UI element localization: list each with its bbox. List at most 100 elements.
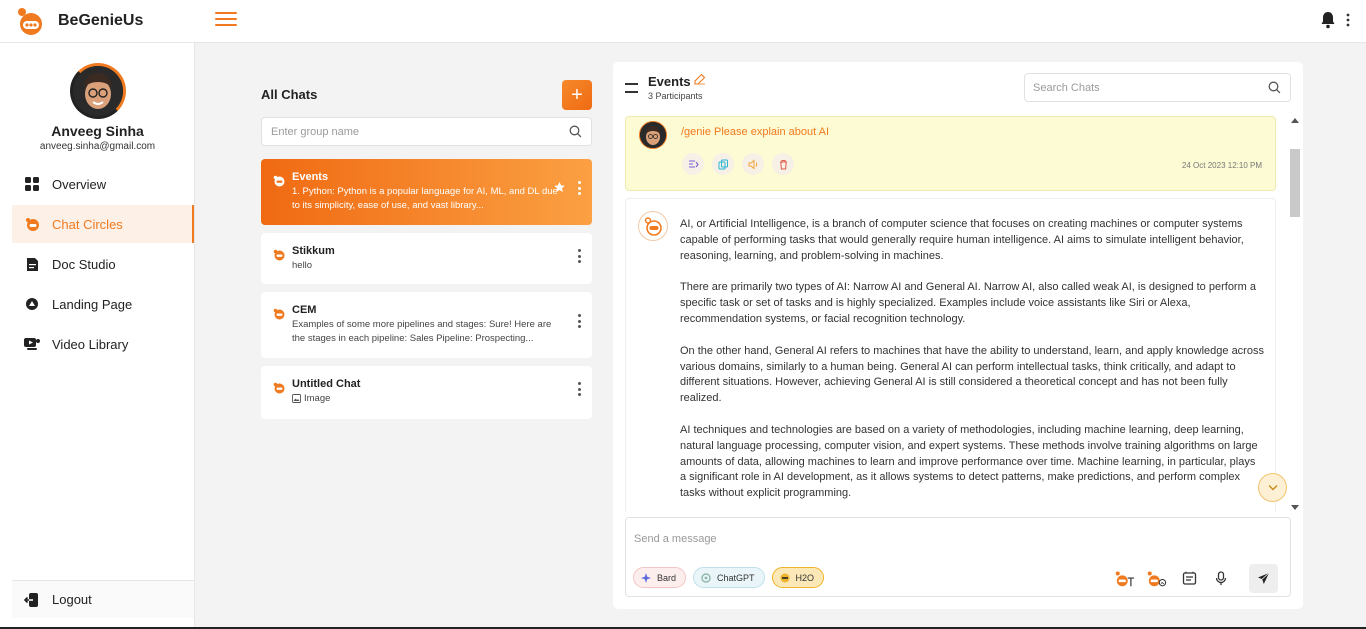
chat-options-icon[interactable]	[576, 382, 582, 396]
scroll-thumb[interactable]	[1290, 149, 1300, 217]
chat-circle-icon	[24, 216, 40, 232]
sidebar: Anveeg Sinha anveeg.sinha@gmail.com Over…	[0, 43, 195, 629]
avatar-face-icon	[640, 122, 666, 148]
landing-page-icon	[24, 296, 40, 312]
bot-paragraph: AI techniques and technologies are based…	[680, 423, 1258, 500]
message-actions	[682, 153, 794, 175]
scroll-up-arrow-icon[interactable]	[1291, 118, 1299, 123]
message-timestamp: 24 Oct 2023 12:10 PM	[1181, 161, 1262, 170]
prompt-library-icon[interactable]	[1179, 569, 1199, 589]
chat-preview: Image	[292, 392, 562, 406]
send-button[interactable]	[1249, 564, 1278, 593]
bot-message: AI, or Artificial Intelligence, is a bra…	[625, 198, 1276, 512]
speaker-icon[interactable]	[742, 153, 764, 175]
chat-circle-icon	[273, 382, 285, 394]
h2o-logo-icon	[780, 573, 790, 583]
genie-logo-icon	[644, 217, 662, 236]
search-chats-box	[1024, 73, 1291, 102]
logout-button[interactable]: Logout	[12, 580, 194, 618]
user-name: Anveeg Sinha	[51, 123, 144, 139]
brand[interactable]: BeGenieUs	[14, 5, 214, 37]
sidebar-item-label: Chat Circles	[52, 216, 123, 232]
send-icon	[1258, 572, 1270, 584]
sidebar-item-label: Doc Studio	[52, 256, 116, 272]
image-icon	[292, 394, 301, 403]
copy-icon[interactable]	[712, 153, 734, 175]
sidebar-nav: Overview Chat Circles Doc Studio Landing…	[12, 165, 194, 365]
user-avatar[interactable]	[70, 63, 126, 119]
model-chip-label: Bard	[657, 572, 677, 583]
model-chip-label: ChatGPT	[717, 572, 755, 583]
user-message-text: /genie Please explain about AI	[681, 126, 830, 138]
sidebar-item-landing-page[interactable]: Landing Page	[12, 285, 194, 323]
sidebar-item-overview[interactable]: Overview	[12, 165, 194, 203]
avatar-face-icon	[73, 66, 123, 116]
model-chip-bard[interactable]: Bard	[633, 567, 687, 588]
more-vertical-icon[interactable]	[1346, 13, 1350, 27]
summarize-icon[interactable]	[682, 153, 704, 175]
search-icon[interactable]	[1268, 81, 1281, 94]
sidebar-item-chat-circles[interactable]: Chat Circles	[12, 205, 194, 243]
composer-tools	[1115, 564, 1278, 593]
user-message-avatar	[639, 121, 667, 149]
menu-toggle-icon[interactable]	[215, 12, 237, 28]
document-icon	[24, 256, 40, 272]
participants-count: 3 Participants	[648, 91, 703, 101]
genie-image-icon[interactable]	[1147, 569, 1167, 589]
genie-translate-icon[interactable]	[1115, 569, 1135, 589]
chat-preview: Examples of some more pipelines and stag…	[292, 319, 552, 344]
model-selector: Bard ChatGPT H2O	[633, 567, 825, 588]
chat-options-icon[interactable]	[576, 314, 582, 328]
model-chip-h2o[interactable]: H2O	[771, 567, 825, 588]
chat-name: Stikkum	[292, 245, 335, 257]
edit-icon[interactable]	[694, 73, 706, 85]
scroll-down-arrow-icon[interactable]	[1291, 505, 1299, 510]
genie-avatar	[638, 211, 668, 241]
bell-icon[interactable]	[1320, 11, 1336, 29]
chat-item-stikkum[interactable]: Stikkum hello	[261, 233, 592, 284]
message-list[interactable]: /genie Please explain about AI 24 Oct 20…	[625, 116, 1277, 512]
sidebar-item-doc-studio[interactable]: Doc Studio	[12, 245, 194, 283]
model-chip-label: H2O	[795, 572, 815, 583]
group-name-input[interactable]	[262, 118, 562, 145]
delete-icon[interactable]	[772, 153, 794, 175]
grid-icon	[24, 176, 40, 192]
bot-paragraph: There are primarily two types of AI: Nar…	[680, 281, 1256, 325]
chat-item-events[interactable]: Events 1. Python: Python is a popular la…	[261, 159, 592, 225]
chat-options-icon[interactable]	[576, 181, 582, 195]
chevron-down-icon	[1268, 485, 1277, 491]
video-library-icon	[24, 336, 40, 352]
scroll-to-bottom-button[interactable]	[1258, 473, 1287, 502]
app-name: BeGenieUs	[58, 12, 144, 29]
chat-item-cem[interactable]: CEM Examples of some more pipelines and …	[261, 292, 592, 358]
chat-name: CEM	[292, 304, 317, 316]
message-scrollbar[interactable]	[1289, 116, 1301, 512]
sidebar-item-label: Landing Page	[52, 296, 133, 312]
conversation-header: Events 3 Participants	[613, 62, 1303, 112]
collapse-icon[interactable]	[625, 83, 638, 93]
add-chat-button[interactable]: +	[562, 80, 592, 110]
search-chats-input[interactable]	[1025, 74, 1255, 101]
chat-item-untitled[interactable]: Untitled Chat Image	[261, 366, 592, 419]
user-email: anveeg.sinha@gmail.com	[39, 141, 156, 152]
genie-logo-icon	[18, 8, 42, 35]
top-bar: BeGenieUs	[0, 0, 1366, 43]
star-pin-icon[interactable]	[553, 181, 566, 194]
group-name-search	[261, 117, 592, 146]
sidebar-item-video-library[interactable]: Video Library	[12, 325, 194, 363]
bot-message-text: AI, or Artificial Intelligence, is a bra…	[680, 217, 1264, 512]
chat-preview-text: Image	[304, 393, 331, 404]
model-chip-chatgpt[interactable]: ChatGPT	[693, 567, 765, 588]
chat-circle-icon	[273, 175, 285, 187]
microphone-icon[interactable]	[1211, 569, 1231, 589]
chat-circle-icon	[273, 249, 285, 261]
chat-name: Events	[292, 171, 329, 183]
conversation-title: Events	[648, 74, 691, 89]
logout-icon	[24, 592, 38, 607]
message-input[interactable]	[634, 530, 1274, 548]
logout-label: Logout	[52, 592, 92, 607]
conversation-panel: Events 3 Participants /genie Please expl…	[613, 62, 1303, 609]
chat-name: Untitled Chat	[292, 378, 361, 390]
search-icon[interactable]	[569, 125, 582, 138]
chat-options-icon[interactable]	[576, 249, 582, 263]
